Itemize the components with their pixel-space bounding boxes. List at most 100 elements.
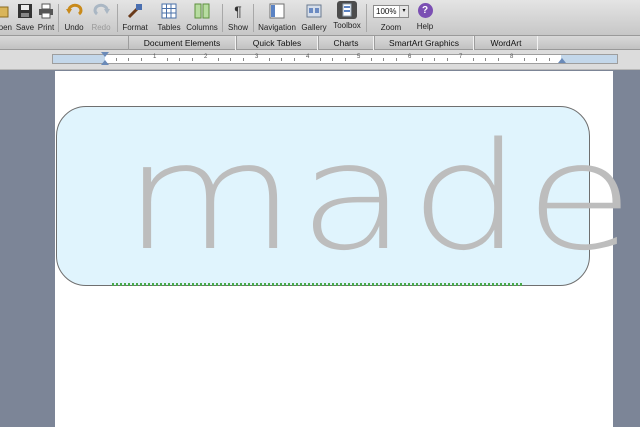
columns-label: Columns — [186, 23, 218, 32]
save-button[interactable]: Save — [14, 3, 36, 35]
ruler-number: 2 — [204, 54, 208, 60]
workspace-left — [0, 71, 55, 427]
zoom-label: Zoom — [380, 23, 402, 32]
ruler-number: 1 — [153, 54, 157, 60]
banner-text[interactable]: made — [123, 123, 634, 271]
columns-icon — [194, 3, 210, 19]
ruler-tick — [447, 58, 448, 61]
ruler-tick — [434, 58, 435, 61]
ruler-number: 5 — [357, 54, 361, 60]
printer-icon — [38, 3, 54, 19]
rounded-text-box[interactable]: made — [56, 106, 634, 286]
left-indent-marker[interactable] — [101, 60, 109, 65]
ruler-tick — [269, 58, 270, 61]
tab-charts[interactable]: Charts — [318, 36, 374, 50]
ruler-right-margin — [561, 55, 617, 63]
navigation-label: Navigation — [258, 23, 296, 32]
ruler-tick — [218, 58, 219, 61]
redo-icon — [93, 3, 110, 19]
folder-icon — [0, 3, 9, 19]
floppy-icon — [17, 3, 33, 19]
tab-document-elements[interactable]: Document Elements — [128, 36, 236, 50]
print-button[interactable]: Print — [35, 3, 57, 35]
gallery-icon — [306, 3, 322, 19]
open-button[interactable]: Open — [0, 3, 12, 35]
standard-toolbar: Open Save Print Undo Redo Format Tables … — [0, 0, 640, 36]
toolbar-divider — [222, 4, 223, 32]
gallery-label: Gallery — [301, 23, 327, 32]
gallery-button[interactable]: Gallery — [299, 3, 329, 35]
ruler-tick — [383, 58, 384, 61]
chevron-down-icon[interactable]: ▾ — [399, 6, 408, 17]
ruler-tick — [536, 58, 537, 61]
ruler-number: 4 — [306, 54, 310, 60]
ruler-tick — [281, 58, 282, 61]
horizontal-ruler[interactable]: 1 2 3 4 5 6 7 8 — [52, 52, 618, 65]
navigation-button[interactable]: Navigation — [255, 3, 299, 35]
ruler-tick — [116, 58, 117, 61]
undo-icon — [66, 3, 83, 19]
format-label: Format — [122, 23, 148, 32]
show-button[interactable]: ¶ Show — [225, 3, 251, 35]
toolbar-divider — [117, 4, 118, 32]
ruler-tick — [128, 58, 129, 61]
ruler-tick — [192, 58, 193, 61]
ruler-tick — [485, 58, 486, 61]
zoom-input[interactable]: 100% ▾ — [373, 5, 409, 18]
ruler-tick — [473, 58, 474, 61]
ruler-tick — [179, 58, 180, 61]
ruler-number: 7 — [459, 54, 463, 60]
redo-label: Redo — [91, 23, 111, 32]
redo-button[interactable]: Redo — [88, 3, 114, 35]
ruler-tick — [243, 58, 244, 61]
help-label: Help — [416, 22, 434, 31]
ruler-tick — [294, 58, 295, 61]
spelling-underline — [112, 283, 522, 286]
zoom-control[interactable]: 100% ▾ Zoom — [370, 3, 412, 35]
ruler-tick — [167, 58, 168, 61]
navigation-icon — [269, 3, 285, 19]
toolbox-label: Toolbox — [333, 21, 361, 30]
ruler-tick — [549, 58, 550, 61]
ruler-bar: 1 2 3 4 5 6 7 8 — [0, 50, 640, 70]
first-line-indent-marker[interactable] — [101, 52, 109, 57]
open-label: Open — [0, 23, 12, 32]
undo-button[interactable]: Undo — [60, 3, 88, 35]
elements-gallery-tabs: Document Elements Quick Tables Charts Sm… — [0, 36, 640, 50]
help-button[interactable]: ? Help — [412, 3, 438, 35]
ruler-tick — [345, 58, 346, 61]
tab-quick-tables[interactable]: Quick Tables — [236, 36, 318, 50]
tables-button[interactable]: Tables — [155, 3, 183, 35]
toolbox-button[interactable]: Toolbox — [330, 1, 364, 35]
paintbrush-icon — [127, 3, 143, 19]
ruler-tick — [498, 58, 499, 61]
toolbar-divider — [253, 4, 254, 32]
toolbox-icon — [337, 1, 357, 19]
save-label: Save — [15, 23, 35, 32]
tab-smartart-graphics[interactable]: SmartArt Graphics — [374, 36, 474, 50]
print-label: Print — [37, 23, 55, 32]
help-icon: ? — [417, 3, 433, 18]
undo-label: Undo — [64, 23, 84, 32]
ruler-tick — [524, 58, 525, 61]
ruler-tick — [371, 58, 372, 61]
toolbar-divider — [58, 4, 59, 32]
ruler-number: 6 — [408, 54, 412, 60]
tab-wordart[interactable]: WordArt — [474, 36, 538, 50]
columns-button[interactable]: Columns — [184, 3, 220, 35]
pilcrow-icon: ¶ — [234, 3, 242, 19]
table-icon — [161, 3, 177, 19]
ruler-tick — [332, 58, 333, 61]
tables-label: Tables — [157, 23, 181, 32]
zoom-value: 100% — [376, 7, 397, 16]
ruler-number: 3 — [255, 54, 259, 60]
right-indent-marker[interactable] — [558, 58, 566, 63]
ruler-left-margin — [53, 55, 105, 63]
format-button[interactable]: Format — [120, 3, 150, 35]
ruler-number: 8 — [510, 54, 514, 60]
ruler-tick — [396, 58, 397, 61]
ruler-tick — [320, 58, 321, 61]
ruler-tick — [141, 58, 142, 61]
ruler-tick — [422, 58, 423, 61]
toolbar-divider — [366, 4, 367, 32]
